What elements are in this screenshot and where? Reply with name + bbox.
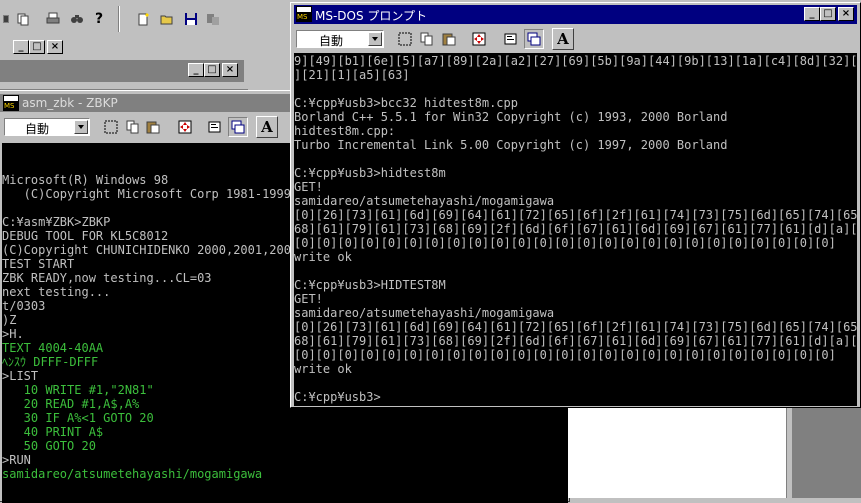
mark-icon[interactable] <box>102 118 120 136</box>
console-line: Borland C++ 5.5.1 for Win32 Copyright (c… <box>294 110 728 124</box>
msdos-window-title: MS-DOS プロンプト <box>315 9 428 23</box>
background-white-area <box>568 406 786 498</box>
fullscreen-icon[interactable] <box>176 118 194 136</box>
font-button[interactable]: A <box>256 116 278 138</box>
font-button-label: A <box>261 118 273 136</box>
background-app-toolbar: ? <box>0 0 290 36</box>
console-line: [0][0][0][0][0][0][0][0][0][0][0][0][0][… <box>294 236 836 250</box>
paste-icon[interactable] <box>440 30 458 48</box>
console-line: GET! <box>294 292 323 306</box>
fullscreen-icon[interactable] <box>470 30 488 48</box>
zbk-font-size-select[interactable]: 自動 <box>4 118 90 136</box>
console-line: [0][26][73][61][6d][69][64][61][72][65][… <box>294 208 857 222</box>
console-line: samidareo/atsumetehayashi/mogamigawa <box>294 306 555 320</box>
paste-icon[interactable] <box>144 118 162 136</box>
console-line: 30 IF A%<1 GOTO 20 <box>2 411 154 425</box>
open-icon[interactable] <box>158 10 176 28</box>
properties-icon[interactable] <box>502 30 520 48</box>
background-icon[interactable] <box>228 117 248 137</box>
svg-text:MS: MS <box>4 102 15 110</box>
console-line: 68][61][79][61][73][68][69][2f][6d][6f][… <box>294 334 857 348</box>
maximize-button[interactable]: □ <box>820 7 836 21</box>
console-line: [0][0][0][0][0][0][0][0][0][0][0][0][0][… <box>294 348 836 362</box>
msdos-app-icon: MS <box>296 6 312 22</box>
maximize-button[interactable]: □ <box>29 40 45 54</box>
help-icon[interactable]: ? <box>90 10 108 28</box>
font-button[interactable]: A <box>552 28 574 50</box>
console-line: write ok <box>294 250 352 264</box>
msdos-console[interactable]: 9][49][b1][6e][5][a7][89][2a][a2][27][69… <box>294 53 857 406</box>
properties-icon[interactable] <box>206 118 224 136</box>
msdos-app-icon: MS <box>3 95 19 111</box>
print-icon[interactable] <box>44 10 62 28</box>
console-line: Turbo Incremental Link 5.00 Copyright (c… <box>294 138 728 152</box>
copy-icon[interactable] <box>14 10 32 28</box>
new-icon[interactable] <box>134 10 152 28</box>
font-button-label: A <box>557 30 569 48</box>
svg-text:MS: MS <box>297 13 308 21</box>
copy-icon[interactable] <box>124 118 142 136</box>
console-line: C:¥cpp¥usb3> <box>294 390 381 404</box>
console-line: GET! <box>294 180 323 194</box>
console-line: C:¥cpp¥usb3>bcc32 hidtest8m.cpp <box>294 96 518 110</box>
console-line: hidtest8m.cpp: <box>294 124 396 138</box>
console-line: ][21][1][a5][63] <box>294 68 410 82</box>
background-gray-area <box>792 406 861 498</box>
msdos-font-size-value: 自動 <box>319 34 344 48</box>
console-line: >RUN <box>2 453 31 467</box>
maximize-button[interactable]: □ <box>204 63 220 77</box>
close-button[interactable]: × <box>47 40 63 54</box>
minimize-button[interactable]: _ <box>13 40 29 54</box>
msdos-font-size-select[interactable]: 自動 <box>296 30 384 48</box>
background-icon[interactable] <box>524 29 544 49</box>
msdos-title-bar: MS MS-DOS プロンプト _ □ × <box>294 5 857 24</box>
console-line: 68][61][79][61][73][68][69][2f][6d][6f][… <box>294 222 857 236</box>
console-line: samidareo/atsumetehayashi/mogamigawa <box>2 467 263 481</box>
mark-icon[interactable] <box>396 30 414 48</box>
zbk-window-title: asm_zbk - ZBKP <box>22 96 118 110</box>
copy-icon[interactable] <box>418 30 436 48</box>
console-line: 40 PRINT A$ <box>2 425 104 439</box>
msdos-window: MS MS-DOS プロンプト _ □ × 自動 A 9][49][b1][6e… <box>290 2 861 408</box>
console-line: C:¥cpp¥usb3>hidtest8m <box>294 166 446 180</box>
background-window-caption-1: _ □ × <box>0 37 70 57</box>
toolbar-separator <box>118 6 120 32</box>
console-line: 9][49][b1][6e][5][a7][89][2a][a2][27][69… <box>294 54 857 68</box>
console-line: [0][26][73][61][6d][69][64][61][72][65][… <box>294 320 857 334</box>
minimize-button[interactable]: _ <box>188 63 204 77</box>
save-icon[interactable] <box>182 10 200 28</box>
merge-icon[interactable] <box>204 10 222 28</box>
find-icon[interactable] <box>68 10 86 28</box>
close-button[interactable]: × <box>222 63 238 77</box>
chevron-down-icon[interactable] <box>368 32 382 46</box>
console-line: samidareo/atsumetehayashi/mogamigawa <box>294 194 555 208</box>
console-line: C:¥cpp¥usb3>HIDTEST8M <box>294 278 446 292</box>
console-line: write ok <box>294 362 352 376</box>
zbk-font-size-value: 自動 <box>25 122 50 136</box>
close-button[interactable]: × <box>838 7 854 21</box>
chevron-down-icon[interactable] <box>74 120 88 134</box>
msdos-toolbar: 自動 A <box>294 25 857 51</box>
background-window-caption-2: _ □ × <box>0 60 244 82</box>
console-line: 50 GOTO 20 <box>2 439 96 453</box>
minimize-button[interactable]: _ <box>804 7 820 21</box>
